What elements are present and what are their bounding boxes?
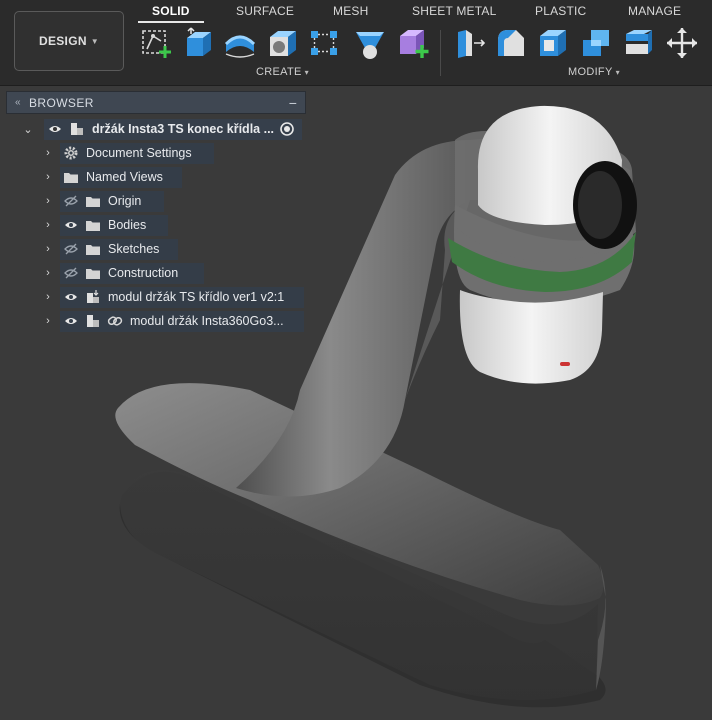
folder-icon (82, 215, 104, 235)
folder-icon (82, 239, 104, 259)
move-icon[interactable] (665, 26, 699, 60)
tab-sheet-metal[interactable]: SHEET METAL (412, 4, 496, 18)
caret-down-icon: ▾ (304, 67, 309, 77)
collapse-panel-icon[interactable]: « (7, 97, 29, 108)
component-1-label: modul držák TS křídlo ver1 v2:1 (108, 290, 285, 304)
chevron-right-icon[interactable]: › (42, 147, 54, 159)
browser-item-document-settings[interactable]: › Document Settings (0, 142, 310, 164)
origin-pill[interactable]: Origin (60, 190, 164, 212)
chevron-down-icon[interactable]: ⌄ (22, 123, 34, 136)
component-icon (82, 287, 104, 307)
link-icon (104, 311, 126, 331)
sketches-pill[interactable]: Sketches (60, 238, 178, 260)
browser-item-component-1[interactable]: › modul držák TS křídlo ver1 v2:1 (0, 286, 310, 308)
component-2-label: modul držák Insta360Go3... (130, 314, 284, 328)
browser-item-named-views[interactable]: › Named Views (0, 166, 310, 188)
browser-item-sketches[interactable]: › Sketches (0, 238, 310, 260)
tab-solid[interactable]: SOLID (152, 4, 190, 18)
loft-icon[interactable] (353, 26, 387, 60)
browser-root-row[interactable]: ⌄ držák Insta3 TS konec křídla ... (0, 118, 310, 140)
construction-label: Construction (108, 266, 179, 280)
hole-icon[interactable] (265, 26, 299, 60)
tab-plastic[interactable]: PLASTIC (535, 4, 586, 18)
document-settings-label: Document Settings (86, 146, 192, 160)
document-settings-pill[interactable]: Document Settings (60, 142, 214, 164)
eye-hidden-icon[interactable] (60, 263, 82, 283)
sketches-label: Sketches (108, 242, 160, 256)
chevron-right-icon[interactable]: › (42, 195, 54, 207)
revolve-icon[interactable] (223, 26, 257, 60)
browser-item-bodies[interactable]: › Bodies (0, 214, 310, 236)
browser-header: « BROWSER − (6, 91, 306, 114)
create-group-label[interactable]: CREATE ▾ (256, 66, 309, 78)
chevron-right-icon[interactable]: › (42, 243, 54, 255)
browser-item-component-2[interactable]: › modul držák Insta360Go3... (0, 310, 310, 332)
named-views-pill[interactable]: Named Views (60, 166, 182, 188)
chevron-right-icon[interactable]: › (42, 315, 54, 327)
eye-icon[interactable] (44, 119, 66, 139)
create-label: CREATE (256, 66, 302, 78)
root-pill[interactable]: držák Insta3 TS konec křídla ... (44, 118, 302, 140)
eye-icon[interactable] (60, 311, 82, 331)
component-2-pill[interactable]: modul držák Insta360Go3... (60, 310, 304, 332)
caret-down-icon: ▼ (90, 36, 100, 46)
browser-title: BROWSER (29, 95, 94, 110)
ribbon-tabs: SOLID SURFACE MESH SHEET METAL PLASTIC M… (0, 0, 712, 23)
combine-icon[interactable] (579, 26, 613, 60)
fillet-icon[interactable] (494, 26, 528, 60)
camera-led (560, 362, 570, 366)
workspace-label: DESIGN (38, 34, 87, 48)
chevron-right-icon[interactable]: › (42, 171, 54, 183)
align-icon[interactable] (622, 26, 656, 60)
component-1-pill[interactable]: modul držák TS křídlo ver1 v2:1 (60, 286, 304, 308)
camera-bottom (459, 290, 603, 384)
component-icon (82, 311, 104, 331)
modify-label: MODIFY (568, 66, 613, 78)
chevron-right-icon[interactable]: › (42, 267, 54, 279)
construction-pill[interactable]: Construction (60, 262, 204, 284)
eye-icon[interactable] (60, 215, 82, 235)
minimize-icon[interactable]: − (281, 95, 305, 111)
origin-label: Origin (108, 194, 142, 208)
browser-item-origin[interactable]: › Origin (0, 190, 310, 212)
camera-lens-inner (578, 171, 622, 239)
create-sketch-icon[interactable] (139, 26, 173, 60)
toolbar-divider (440, 30, 441, 76)
named-views-label: Named Views (86, 170, 163, 184)
caret-down-icon: ▾ (615, 67, 620, 77)
shell-icon[interactable] (536, 26, 570, 60)
gear-icon (60, 143, 82, 163)
toolbar: DESIGN ▼ SOLID SURFACE MESH SHEET METAL … (0, 0, 712, 86)
active-tab-indicator (138, 21, 204, 23)
document-component-icon (66, 119, 88, 139)
activate-radio-icon[interactable] (276, 119, 298, 139)
bodies-label: Bodies (108, 218, 147, 232)
eye-icon[interactable] (60, 287, 82, 307)
chevron-right-icon[interactable]: › (42, 219, 54, 231)
rectangular-pattern-icon[interactable] (307, 26, 341, 60)
eye-hidden-icon[interactable] (60, 239, 82, 259)
folder-icon (82, 191, 104, 211)
tab-mesh[interactable]: MESH (333, 4, 368, 18)
root-label: držák Insta3 TS konec křídla ... (92, 122, 275, 136)
browser-item-construction[interactable]: › Construction (0, 262, 310, 284)
chevron-right-icon[interactable]: › (42, 291, 54, 303)
tab-surface[interactable]: SURFACE (236, 4, 294, 18)
extrude-icon[interactable] (181, 26, 215, 60)
modify-group-label[interactable]: MODIFY ▾ (568, 66, 620, 78)
new-component-icon[interactable] (396, 26, 430, 60)
bodies-pill[interactable]: Bodies (60, 214, 168, 236)
press-pull-icon[interactable] (452, 26, 486, 60)
folder-icon (60, 167, 82, 187)
folder-icon (82, 263, 104, 283)
eye-hidden-icon[interactable] (60, 191, 82, 211)
tab-manage[interactable]: MANAGE (628, 4, 681, 18)
